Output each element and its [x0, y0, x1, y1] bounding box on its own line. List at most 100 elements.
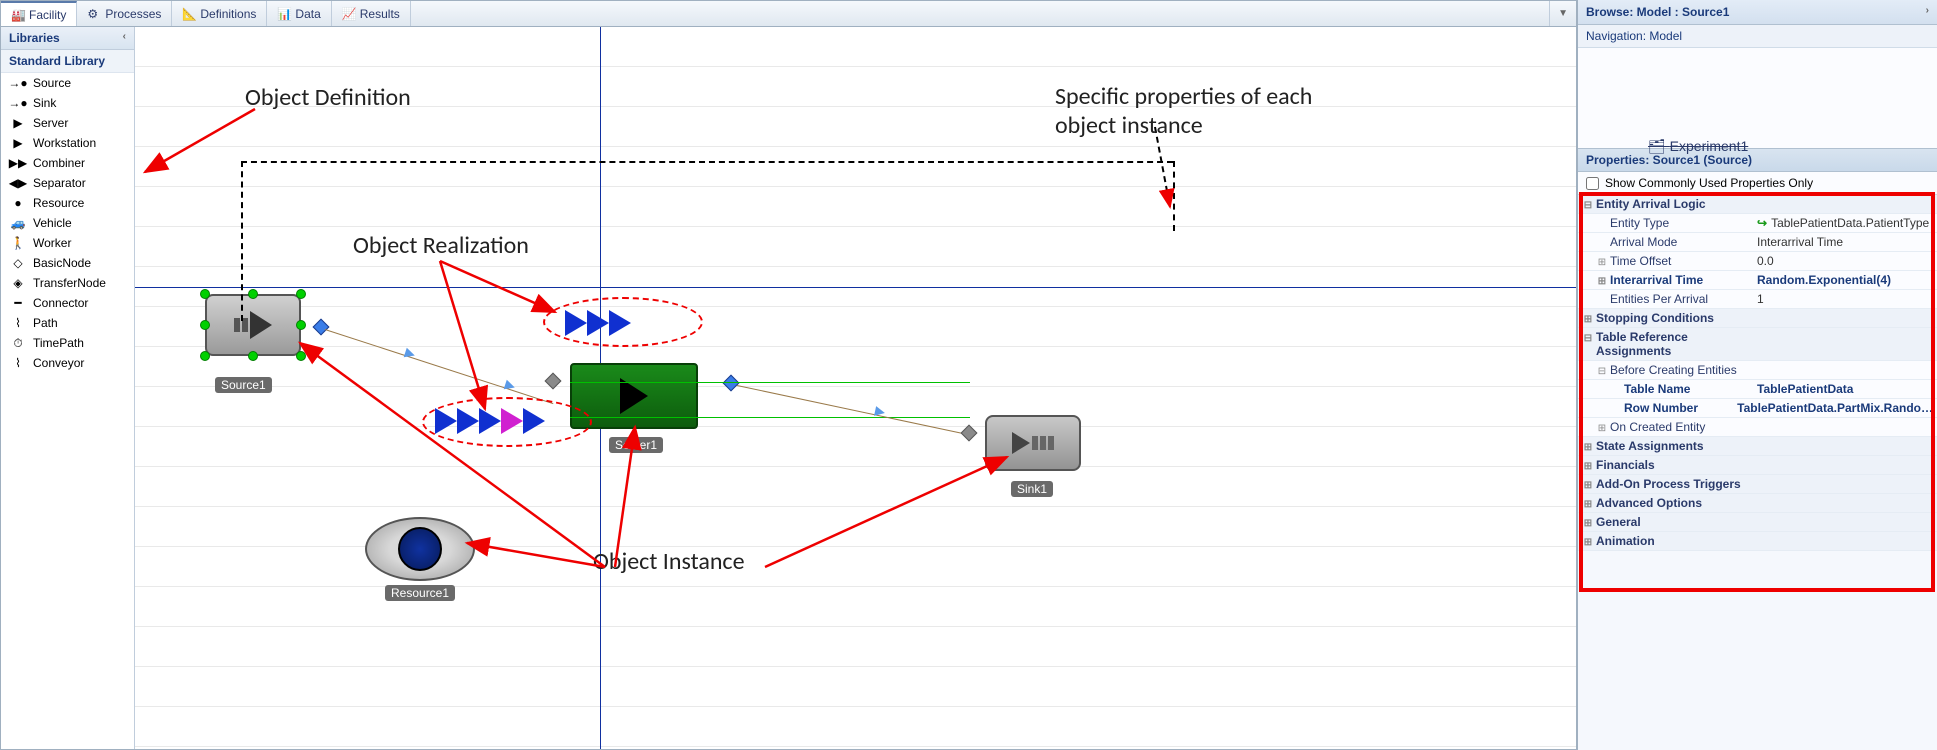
prop-row[interactable]: Arrival ModeInterarrival Time [1578, 233, 1937, 252]
lib-item-label: TimePath [33, 336, 84, 350]
output-port[interactable] [723, 375, 740, 392]
prop-row[interactable]: ⊞Add-On Process Triggers [1578, 475, 1937, 494]
lib-item-basicnode[interactable]: ◇ BasicNode [1, 253, 134, 273]
connector[interactable] [737, 385, 972, 436]
standard-library-section[interactable]: Standard Library [1, 50, 134, 73]
tab-data[interactable]: 📊 Data [267, 1, 331, 26]
queue-line [570, 382, 970, 383]
connector-arrow-icon [874, 406, 886, 418]
facility-canvas[interactable]: Source1 Server1 [135, 27, 1576, 749]
lib-item-label: Sink [33, 96, 56, 110]
tab-processes[interactable]: ⚙Processes [77, 1, 172, 26]
lib-item-connector[interactable]: ━Connector [1, 293, 134, 313]
resource-icon: ● [9, 196, 27, 210]
lib-item-resource[interactable]: ●Resource [1, 193, 134, 213]
prop-row[interactable]: ⊞General [1578, 513, 1937, 532]
lib-item-label: Server [33, 116, 68, 130]
tab-label: Results [360, 7, 400, 21]
reference-icon: ↪ [1757, 216, 1767, 230]
properties-grid: ⊟Entity Arrival LogicEntity Type↪TablePa… [1578, 195, 1937, 551]
prop-row[interactable]: ⊞State Assignments [1578, 437, 1937, 456]
lib-item-path[interactable]: ⌇Path [1, 313, 134, 333]
prop-row[interactable]: ⊞Advanced Options [1578, 494, 1937, 513]
lib-item-label: TransferNode [33, 276, 106, 290]
annotation-definition: Object Definition [245, 83, 411, 112]
lib-item-source[interactable]: →●Source [1, 73, 134, 93]
lib-item-separator[interactable]: ◀▶ Separator [1, 173, 134, 193]
prop-row[interactable]: Table NameTablePatientData [1578, 380, 1937, 399]
server-label: Server1 [609, 437, 663, 453]
prop-row[interactable]: ⊟Entity Arrival Logic [1578, 195, 1937, 214]
libraries-title: Libraries [9, 31, 60, 45]
resource-node[interactable] [365, 517, 475, 581]
basicnode-icon: ◇ [9, 256, 27, 270]
prop-row[interactable]: ⊟Before Creating Entities [1578, 361, 1937, 380]
sink-icon: →● [9, 96, 27, 110]
separator-icon: ◀▶ [9, 176, 27, 190]
prop-row[interactable]: Entity Type↪TablePatientData.PatientType [1578, 214, 1937, 233]
resource-label: Resource1 [385, 585, 455, 601]
prop-row[interactable]: Entities Per Arrival1 [1578, 290, 1937, 309]
transfernode-icon: ◈ [9, 276, 27, 290]
annotation-properties: Specific properties of each object insta… [1055, 83, 1355, 141]
lib-item-sink[interactable]: →● Sink [1, 93, 134, 113]
dashed-guide-right [1173, 161, 1175, 231]
data-icon: 📊 [277, 7, 291, 21]
prop-row[interactable]: ⊞Interarrival TimeRandom.Exponential(4) [1578, 271, 1937, 290]
connector-icon: ━ [9, 296, 27, 310]
view-tabs: 🏭Facility ⚙Processes 📐Definitions 📊Data … [1, 1, 1576, 27]
tab-label: Facility [29, 8, 66, 22]
combiner-icon: ▶▶ [9, 156, 27, 170]
right-panel: Browse: Model : Source1 › Navigation: Mo… [1577, 0, 1937, 750]
lib-item-label: Conveyor [33, 356, 84, 370]
lib-item-label: BasicNode [33, 256, 91, 270]
lib-item-transfernode[interactable]: ◈ TransferNode [1, 273, 134, 293]
prop-row[interactable]: Row NumberTablePatientData.PartMix.Rando… [1578, 399, 1937, 418]
entity-triangles [435, 408, 545, 434]
prop-row[interactable]: ⊞Stopping Conditions [1578, 309, 1937, 328]
chevron-down-icon: ▼ [1558, 8, 1568, 19]
libraries-header[interactable]: Libraries ‹ [1, 27, 134, 50]
lib-item-vehicle[interactable]: 🚙Vehicle [1, 213, 134, 233]
prop-row[interactable]: ⊞Time Offset0.0 [1578, 252, 1937, 271]
tabs-dropdown[interactable]: ▼ [1549, 1, 1576, 26]
lib-item-server[interactable]: ▶Server [1, 113, 134, 133]
connector[interactable] [325, 329, 554, 404]
common-props-checkbox[interactable]: Show Commonly Used Properties Only [1578, 172, 1937, 195]
prop-row[interactable]: ⊞On Created Entity [1578, 418, 1937, 437]
input-port[interactable] [545, 373, 562, 390]
annotation-instance: Object Instance [593, 547, 745, 576]
input-port[interactable] [961, 425, 978, 442]
prop-row[interactable]: ⊞Animation [1578, 532, 1937, 551]
output-port[interactable] [313, 319, 330, 336]
lib-item-conveyor[interactable]: ⌇Conveyor [1, 353, 134, 373]
chevron-right-icon[interactable]: › [1926, 5, 1929, 19]
browse-header[interactable]: Browse: Model : Source1 › [1578, 0, 1937, 25]
checkbox-label: Show Commonly Used Properties Only [1605, 176, 1813, 190]
tab-definitions[interactable]: 📐Definitions [172, 1, 267, 26]
sink-node[interactable] [985, 415, 1081, 471]
tab-label: Data [295, 7, 320, 21]
lib-item-combiner[interactable]: ▶▶Combiner [1, 153, 134, 173]
lib-item-label: Separator [33, 176, 86, 190]
prop-row[interactable]: ⊞Financials [1578, 456, 1937, 475]
navigation-header[interactable]: Navigation: Model [1578, 25, 1937, 48]
facility-icon: 🏭 [11, 8, 25, 22]
tab-label: Processes [105, 7, 161, 21]
properties-header: Properties: Source1 (Source) [1578, 148, 1937, 172]
results-icon: 📈 [342, 7, 356, 21]
tab-facility[interactable]: 🏭 Facility [1, 1, 77, 26]
lib-item-workstation[interactable]: ▶Workstation [1, 133, 134, 153]
experiment-item[interactable]: 🗂 Experiment1 [1648, 138, 1748, 155]
prop-row[interactable]: ⊟Table Reference Assignments [1578, 328, 1937, 361]
tab-results[interactable]: 📈 Results [332, 1, 411, 26]
lib-item-label: Workstation [33, 136, 96, 150]
lib-item-label: Worker [33, 236, 71, 250]
collapse-icon[interactable]: ‹ [123, 31, 126, 45]
lib-item-worker[interactable]: 🚶 Worker [1, 233, 134, 253]
lib-item-timepath[interactable]: ⏱TimePath [1, 333, 134, 353]
checkbox-input[interactable] [1586, 177, 1599, 190]
worker-icon: 🚶 [9, 236, 27, 250]
queue-line [570, 417, 970, 418]
annotation-realization: Object Realization [353, 231, 529, 260]
